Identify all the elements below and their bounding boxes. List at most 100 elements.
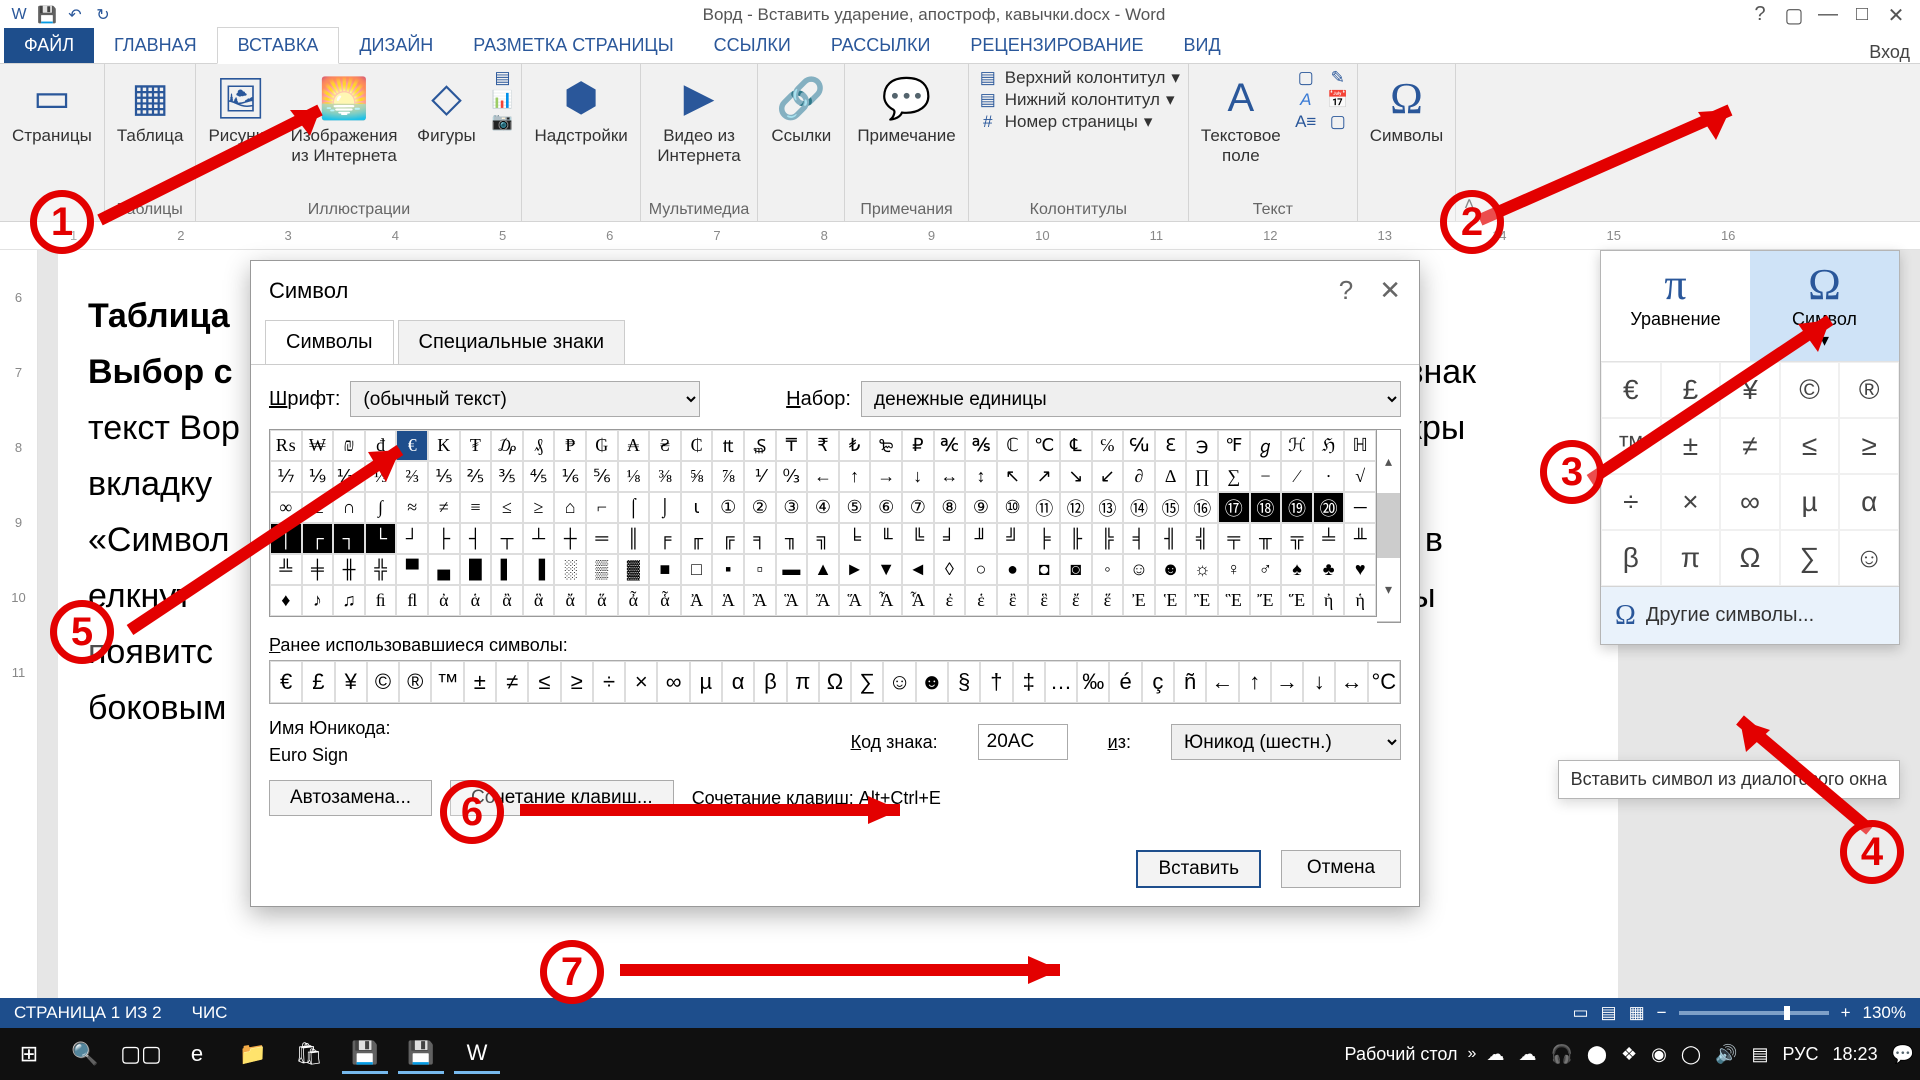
object-button[interactable]: ▢	[1327, 112, 1349, 132]
char-cell[interactable]: ℅	[1092, 430, 1124, 461]
char-cell[interactable]: ─	[1344, 492, 1376, 523]
dropcap-button[interactable]: A≡	[1295, 112, 1317, 132]
char-cell[interactable]: ⑦	[902, 492, 934, 523]
char-cell[interactable]: ▌	[491, 554, 523, 585]
char-cell[interactable]: ⑳	[1313, 492, 1345, 523]
char-cell[interactable]: ♀	[1218, 554, 1250, 585]
chrome-icon[interactable]: ⬤	[1587, 1044, 1607, 1065]
char-cell[interactable]: ⅟	[744, 461, 776, 492]
char-cell[interactable]: ἡ	[1344, 585, 1376, 616]
char-cell[interactable]: ◙	[1060, 554, 1092, 585]
addins-button[interactable]: ⬢Надстройки	[530, 68, 631, 148]
char-cell[interactable]: ②	[744, 492, 776, 523]
char-cell[interactable]: ⑧	[934, 492, 966, 523]
symbols-button[interactable]: ΩСимволы	[1366, 68, 1448, 148]
recent-char[interactable]: ∑	[851, 661, 883, 703]
edge-icon[interactable]: e	[174, 1034, 220, 1074]
start-button[interactable]: ⊞	[6, 1034, 52, 1074]
recent-char[interactable]: ç	[1142, 661, 1174, 703]
tray-icon[interactable]: ◯	[1681, 1044, 1701, 1065]
char-cell[interactable]: ἒ	[997, 585, 1029, 616]
char-cell[interactable]: ἆ	[618, 585, 650, 616]
char-cell[interactable]: ℁	[965, 430, 997, 461]
explorer-icon[interactable]: 📁	[230, 1034, 276, 1074]
tray-icon[interactable]: ☁	[1518, 1044, 1536, 1065]
char-cell[interactable]: ╠	[1092, 523, 1124, 554]
char-cell[interactable]: ⌐	[586, 492, 618, 523]
pages-button[interactable]: ▭Страницы	[8, 68, 96, 148]
char-cell[interactable]: ╖	[776, 523, 808, 554]
char-cell[interactable]: ⑪	[1028, 492, 1060, 523]
char-cell[interactable]: ►	[839, 554, 871, 585]
zoom-slider[interactable]	[1679, 1011, 1829, 1015]
char-cell[interactable]: ⑨	[965, 492, 997, 523]
char-cell[interactable]: ▫	[744, 554, 776, 585]
char-cell[interactable]: ₴	[649, 430, 681, 461]
char-cell[interactable]: ⅘	[523, 461, 555, 492]
char-cell[interactable]: ₳	[618, 430, 650, 461]
char-cell[interactable]: ↓	[902, 461, 934, 492]
recent-char[interactable]: ¥	[335, 661, 367, 703]
char-cell[interactable]: ⍳	[681, 492, 713, 523]
char-cell[interactable]: ╡	[1123, 523, 1155, 554]
char-cell[interactable]: ╤	[1218, 523, 1250, 554]
tray-icon[interactable]: ☁	[1486, 1044, 1504, 1065]
char-cell[interactable]: ἐ	[934, 585, 966, 616]
char-cell[interactable]: ₺	[839, 430, 871, 461]
char-cell[interactable]: ℉	[1218, 430, 1250, 461]
char-cell[interactable]: ℃	[1028, 430, 1060, 461]
char-cell[interactable]: ⅜	[649, 461, 681, 492]
clock[interactable]: 18:23	[1833, 1044, 1878, 1065]
char-cell[interactable]: ╛	[934, 523, 966, 554]
char-cell[interactable]: ⌠	[618, 492, 650, 523]
char-cell[interactable]: ℂ	[997, 430, 1029, 461]
help-icon[interactable]: ?	[1746, 3, 1774, 28]
close-icon[interactable]: ✕	[1379, 275, 1401, 306]
char-cell[interactable]: ≥	[523, 492, 555, 523]
char-cell[interactable]: ℀	[934, 430, 966, 461]
char-cell[interactable]: ║	[618, 523, 650, 554]
char-cell[interactable]: ⑥	[870, 492, 902, 523]
char-cell[interactable]: ℌ	[1313, 430, 1345, 461]
links-button[interactable]: 🔗Ссылки	[766, 68, 836, 148]
char-cell[interactable]: ἠ	[1313, 585, 1345, 616]
char-cell[interactable]: ♣	[1313, 554, 1345, 585]
char-cell[interactable]: ♥	[1344, 554, 1376, 585]
char-cell[interactable]: ◘	[1028, 554, 1060, 585]
char-cell[interactable]: ↘	[1060, 461, 1092, 492]
header-button[interactable]: ▤Верхний колонтитул▾	[977, 68, 1180, 88]
char-cell[interactable]: ∙	[1313, 461, 1345, 492]
recent-char[interactable]: Ω	[819, 661, 851, 703]
char-cell[interactable]: ╘	[839, 523, 871, 554]
textbox-button[interactable]: AТекстовое поле	[1197, 68, 1285, 168]
action-center-icon[interactable]: 💬	[1892, 1044, 1914, 1065]
tab-file[interactable]: ФАЙЛ	[4, 28, 94, 63]
tab-layout[interactable]: РАЗМЕТКА СТРАНИЦЫ	[453, 28, 693, 63]
char-cell[interactable]: ℆	[1123, 430, 1155, 461]
tray-icon[interactable]: ▤	[1751, 1044, 1768, 1065]
char-cell[interactable]: ₷	[744, 430, 776, 461]
chart-button[interactable]: 📊	[491, 90, 513, 110]
recent-char[interactable]: ×	[625, 661, 657, 703]
char-cell[interactable]: Ἂ	[744, 585, 776, 616]
char-cell[interactable]: Ἃ	[776, 585, 808, 616]
char-cell[interactable]: ↕	[965, 461, 997, 492]
char-cell[interactable]: ╙	[870, 523, 902, 554]
char-cell[interactable]: ℇ	[1155, 430, 1187, 461]
comment-button[interactable]: 💬Примечание	[853, 68, 959, 148]
task-view-icon[interactable]: ▢▢	[118, 1034, 164, 1074]
char-cell[interactable]: ▓	[618, 554, 650, 585]
char-code-input[interactable]	[978, 724, 1068, 760]
language-indicator[interactable]: РУС	[1782, 1044, 1818, 1065]
char-cell[interactable]: ╥	[1250, 523, 1282, 554]
char-cell[interactable]: ↖	[997, 461, 1029, 492]
volume-icon[interactable]: 🔊	[1715, 1044, 1737, 1065]
quick-symbol[interactable]: ☺	[1839, 530, 1899, 586]
char-cell[interactable]: █	[460, 554, 492, 585]
redo-icon[interactable]: ↻	[92, 4, 114, 26]
char-cell[interactable]: ₶	[712, 430, 744, 461]
char-cell[interactable]: ἕ	[1092, 585, 1124, 616]
char-cell[interactable]: ₰	[523, 430, 555, 461]
char-cell[interactable]: ⑮	[1155, 492, 1187, 523]
char-cell[interactable]: ⅞	[712, 461, 744, 492]
